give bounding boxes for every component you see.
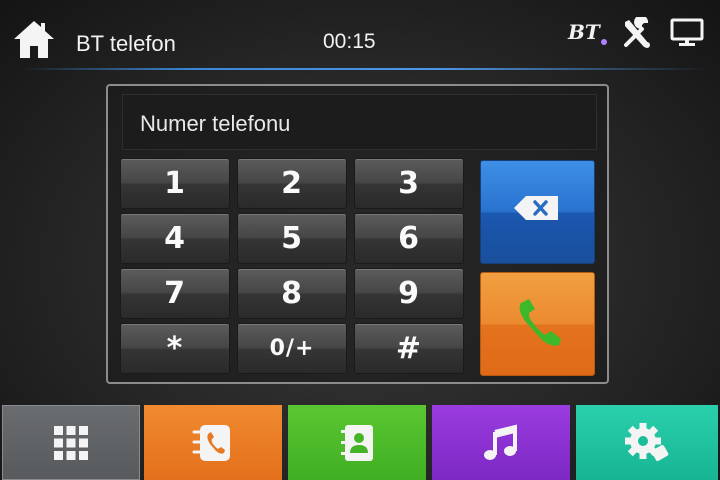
tab-contacts[interactable]	[288, 405, 426, 480]
contacts-book-icon	[341, 424, 373, 461]
dialpad-panel: Numer telefonu 1 2 3 4 5 6 7 8 9 * 0/+ #	[106, 84, 609, 384]
key-hash[interactable]: #	[354, 323, 464, 374]
key-star[interactable]: *	[120, 323, 230, 374]
key-9[interactable]: 9	[354, 268, 464, 319]
tab-music[interactable]	[432, 405, 570, 480]
phone-handset-icon	[519, 299, 561, 346]
top-bar: BT telefon 00:15 BT	[0, 0, 720, 70]
bluetooth-status: BT	[568, 20, 607, 45]
tab-keypad[interactable]	[2, 405, 140, 480]
key-3[interactable]: 3	[354, 158, 464, 209]
tab-call-log[interactable]	[144, 405, 282, 480]
key-4[interactable]: 4	[120, 213, 230, 264]
key-7[interactable]: 7	[120, 268, 230, 319]
display-button[interactable]	[670, 18, 704, 48]
key-8[interactable]: 8	[237, 268, 347, 319]
home-button[interactable]	[12, 18, 56, 60]
bottom-tab-bar	[0, 405, 720, 480]
clock: 00:15	[323, 30, 376, 53]
bluetooth-dot	[600, 39, 607, 45]
header-divider	[20, 68, 710, 70]
backspace-icon	[514, 196, 558, 220]
key-2[interactable]: 2	[237, 158, 347, 209]
call-button[interactable]	[480, 272, 595, 376]
tools-icon	[624, 15, 650, 48]
key-5[interactable]: 5	[237, 213, 347, 264]
key-6[interactable]: 6	[354, 213, 464, 264]
bluetooth-label: BT	[568, 20, 600, 44]
key-1[interactable]: 1	[120, 158, 230, 209]
delete-button[interactable]	[480, 160, 595, 264]
call-log-icon	[192, 424, 230, 461]
bt-phone-screen: BT telefon 00:15 BT Numer telefonu 1 2 3…	[0, 0, 720, 480]
tab-settings[interactable]	[576, 405, 718, 480]
keypad-grid-icon	[54, 425, 88, 460]
settings-gear-icon	[625, 422, 669, 461]
music-note-icon	[484, 423, 517, 460]
phone-number-field[interactable]: Numer telefonu	[122, 94, 597, 150]
keypad: 1 2 3 4 5 6 7 8 9 * 0/+ #	[120, 158, 467, 376]
page-title: BT telefon	[76, 31, 176, 56]
monitor-icon	[670, 18, 704, 46]
home-icon	[14, 21, 54, 58]
key-0-plus[interactable]: 0/+	[237, 323, 347, 374]
tools-button[interactable]	[620, 15, 654, 51]
